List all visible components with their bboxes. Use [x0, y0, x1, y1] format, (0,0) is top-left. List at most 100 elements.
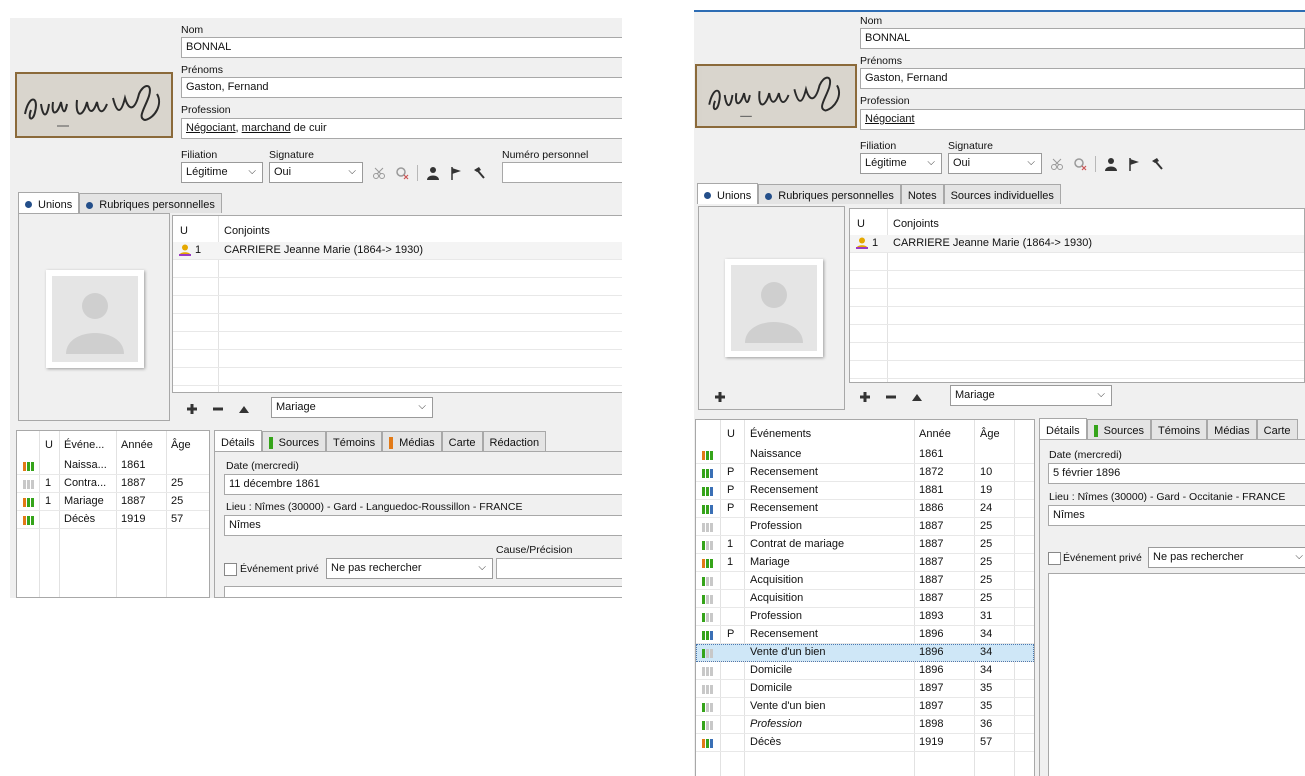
tab-sources-individuelles[interactable]: Sources individuelles — [943, 184, 1061, 204]
col-header-u[interactable]: U — [45, 439, 53, 451]
notes-field[interactable] — [1048, 573, 1305, 776]
hammer-icon[interactable] — [471, 165, 487, 181]
event-row[interactable]: Profession 1898 36 — [696, 716, 1034, 734]
event-row[interactable]: Acquisition 1887 25 — [696, 590, 1034, 608]
event-row[interactable]: Domicile 1897 35 — [696, 680, 1034, 698]
event-row[interactable]: Naissa... 1861 — [17, 457, 209, 475]
nom-field[interactable]: BONNAL — [860, 28, 1305, 49]
signature-select[interactable]: Oui ⌵ — [269, 162, 363, 183]
tab-medias[interactable]: Médias — [1207, 419, 1257, 439]
tab-medias[interactable]: Médias — [382, 431, 442, 451]
tab-details[interactable]: Détails — [1039, 418, 1087, 439]
prive-checkbox[interactable] — [224, 563, 237, 576]
prive-checkbox[interactable] — [1048, 552, 1061, 565]
minus-icon[interactable] — [883, 389, 899, 405]
col-header-u[interactable]: U — [180, 225, 188, 237]
event-row[interactable]: 1 Contrat de mariage 1887 25 — [696, 536, 1034, 554]
tab-unions[interactable]: Unions — [697, 183, 759, 204]
col-header-u[interactable]: U — [727, 428, 735, 440]
lieu-field[interactable]: Nîmes — [1048, 505, 1305, 526]
plus-icon[interactable] — [184, 401, 200, 417]
scissors-icon[interactable] — [1049, 156, 1065, 172]
prive-select[interactable]: Ne pas rechercher ⌵ — [1148, 547, 1305, 568]
unlink-icon[interactable] — [1072, 156, 1088, 172]
event-row[interactable]: 1 Mariage 1887 25 — [17, 493, 209, 511]
flag-icon[interactable] — [448, 165, 464, 181]
tab-rubriques[interactable]: Rubriques personnelles — [758, 184, 901, 204]
event-row[interactable]: Vente d'un bien 1897 35 — [696, 698, 1034, 716]
person-icon[interactable] — [1103, 156, 1119, 172]
conjoint-row[interactable]: 1 CARRIERE Jeanne Marie (1864-> 1930) — [173, 242, 622, 260]
profession-link[interactable]: Négociant — [865, 113, 915, 125]
hammer-icon[interactable] — [1149, 156, 1165, 172]
event-row[interactable]: P Recensement 1886 24 — [696, 500, 1034, 518]
profession-link-2[interactable]: marchand — [242, 122, 291, 134]
col-header-age[interactable]: Âge — [980, 428, 1000, 440]
prenoms-field[interactable]: Gaston, Fernand — [181, 77, 622, 98]
event-row[interactable]: P Recensement 1896 34 — [696, 626, 1034, 644]
minus-icon[interactable] — [210, 401, 226, 417]
union-type-select[interactable]: Mariage ⌵ — [950, 385, 1112, 406]
date-field[interactable]: 5 février 1896 — [1048, 463, 1305, 484]
event-row[interactable]: 1 Contra... 1887 25 — [17, 475, 209, 493]
tab-notes[interactable]: Notes — [900, 184, 944, 204]
photo-placeholder[interactable] — [725, 259, 823, 357]
tab-carte[interactable]: Carte — [1256, 419, 1298, 439]
event-row[interactable]: Domicile 1896 34 — [696, 662, 1034, 680]
notes-field[interactable] — [224, 586, 622, 597]
event-row[interactable]: Acquisition 1887 25 — [696, 572, 1034, 590]
tab-redaction[interactable]: Rédaction — [482, 431, 547, 451]
person-icon[interactable] — [425, 165, 441, 181]
signature-select[interactable]: Oui ⌵ — [948, 153, 1042, 174]
tab-details[interactable]: Détails — [214, 430, 262, 451]
filiation-select[interactable]: Légitime ⌵ — [860, 153, 942, 174]
prive-select[interactable]: Ne pas rechercher ⌵ — [326, 558, 493, 579]
scissors-icon[interactable] — [371, 165, 387, 181]
event-row[interactable]: Naissance 1861 — [696, 446, 1034, 464]
col-header-conjoints[interactable]: Conjoints — [224, 225, 270, 237]
unlink-icon[interactable] — [394, 165, 410, 181]
numero-field[interactable] — [502, 162, 622, 183]
tab-temoins[interactable]: Témoins — [1150, 419, 1208, 439]
numero-label: Numéro personnel — [502, 149, 589, 161]
union-type-select[interactable]: Mariage ⌵ — [271, 397, 433, 418]
tab-rubriques[interactable]: Rubriques personnelles — [79, 193, 222, 213]
col-header-annee[interactable]: Année — [121, 439, 153, 451]
plus-icon[interactable] — [712, 389, 728, 405]
col-header-evenements[interactable]: Événements — [750, 428, 811, 440]
filiation-select[interactable]: Légitime ⌵ — [181, 162, 263, 183]
tab-sources[interactable]: Sources — [1086, 419, 1151, 439]
profession-field[interactable]: Négociant — [860, 109, 1305, 130]
flag-icon[interactable] — [1126, 156, 1142, 172]
event-row[interactable]: Vente d'un bien 1896 34 — [696, 644, 1034, 662]
event-row[interactable]: Profession 1893 31 — [696, 608, 1034, 626]
tab-unions[interactable]: Unions — [18, 192, 80, 213]
cause-field[interactable] — [496, 558, 622, 579]
lieu-field[interactable]: Nîmes — [224, 515, 622, 536]
tab-temoins[interactable]: Témoins — [325, 431, 383, 451]
triangle-up-icon[interactable] — [236, 401, 252, 417]
photo-placeholder[interactable] — [46, 270, 144, 368]
plus-icon[interactable] — [857, 389, 873, 405]
col-header-evenements[interactable]: Événe... — [64, 439, 104, 451]
event-row[interactable]: P Recensement 1872 10 — [696, 464, 1034, 482]
date-field[interactable]: 11 décembre 1861 — [224, 474, 622, 495]
event-name: Décès — [750, 736, 782, 748]
event-row[interactable]: P Recensement 1881 19 — [696, 482, 1034, 500]
nom-field[interactable]: BONNAL — [181, 37, 622, 58]
profession-link-1[interactable]: Négociant — [186, 122, 236, 134]
event-row[interactable]: Profession 1887 25 — [696, 518, 1034, 536]
conjoint-row[interactable]: 1 CARRIERE Jeanne Marie (1864-> 1930) — [850, 235, 1304, 253]
triangle-up-icon[interactable] — [909, 389, 925, 405]
col-header-conjoints[interactable]: Conjoints — [893, 218, 939, 230]
prenoms-field[interactable]: Gaston, Fernand — [860, 68, 1305, 89]
col-header-age[interactable]: Âge — [171, 439, 191, 451]
profession-field[interactable]: Négociant, marchand de cuir — [181, 118, 622, 139]
event-row[interactable]: Décès 1919 57 — [696, 734, 1034, 752]
col-header-annee[interactable]: Année — [919, 428, 951, 440]
col-header-u[interactable]: U — [857, 218, 865, 230]
event-row[interactable]: Décès 1919 57 — [17, 511, 209, 529]
event-row[interactable]: 1 Mariage 1887 25 — [696, 554, 1034, 572]
tab-sources[interactable]: Sources — [261, 431, 326, 451]
tab-carte[interactable]: Carte — [441, 431, 483, 451]
